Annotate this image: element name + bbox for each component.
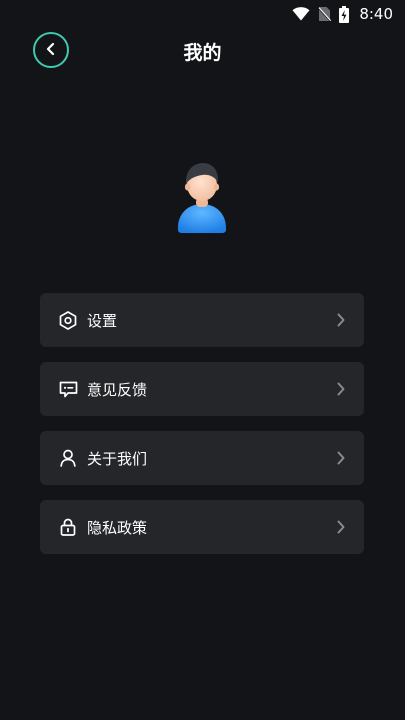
menu-item-label: 设置	[87, 311, 118, 330]
chevron-right-icon	[334, 451, 348, 465]
menu-item-about-us[interactable]: 关于我们	[40, 431, 364, 485]
status-bar: 8:40	[0, 0, 405, 28]
chevron-right-icon	[334, 382, 348, 396]
avatar	[172, 158, 232, 234]
person-icon	[58, 448, 78, 468]
header: 我的	[0, 28, 405, 72]
page-title: 我的	[183, 42, 222, 64]
lock-icon	[58, 517, 78, 537]
menu-item-settings[interactable]: 设置	[40, 293, 364, 347]
menu-item-label: 隐私政策	[87, 518, 148, 537]
menu-item-label: 意见反馈	[87, 380, 148, 399]
menu-item-privacy-policy[interactable]: 隐私政策	[40, 500, 364, 554]
menu-item-feedback[interactable]: 意见反馈	[40, 362, 364, 416]
status-time: 8:40	[359, 5, 393, 23]
hexagon-settings-icon	[58, 310, 78, 330]
battery-charging-icon	[339, 5, 350, 23]
menu-list: 设置 意见反馈 关于我们 隐私政策	[40, 293, 364, 569]
wifi-icon	[292, 7, 310, 21]
chevron-right-icon	[334, 520, 348, 534]
menu-item-label: 关于我们	[87, 449, 148, 468]
feedback-icon	[58, 379, 78, 399]
chevron-right-icon	[334, 313, 348, 327]
no-sim-icon	[318, 6, 332, 22]
